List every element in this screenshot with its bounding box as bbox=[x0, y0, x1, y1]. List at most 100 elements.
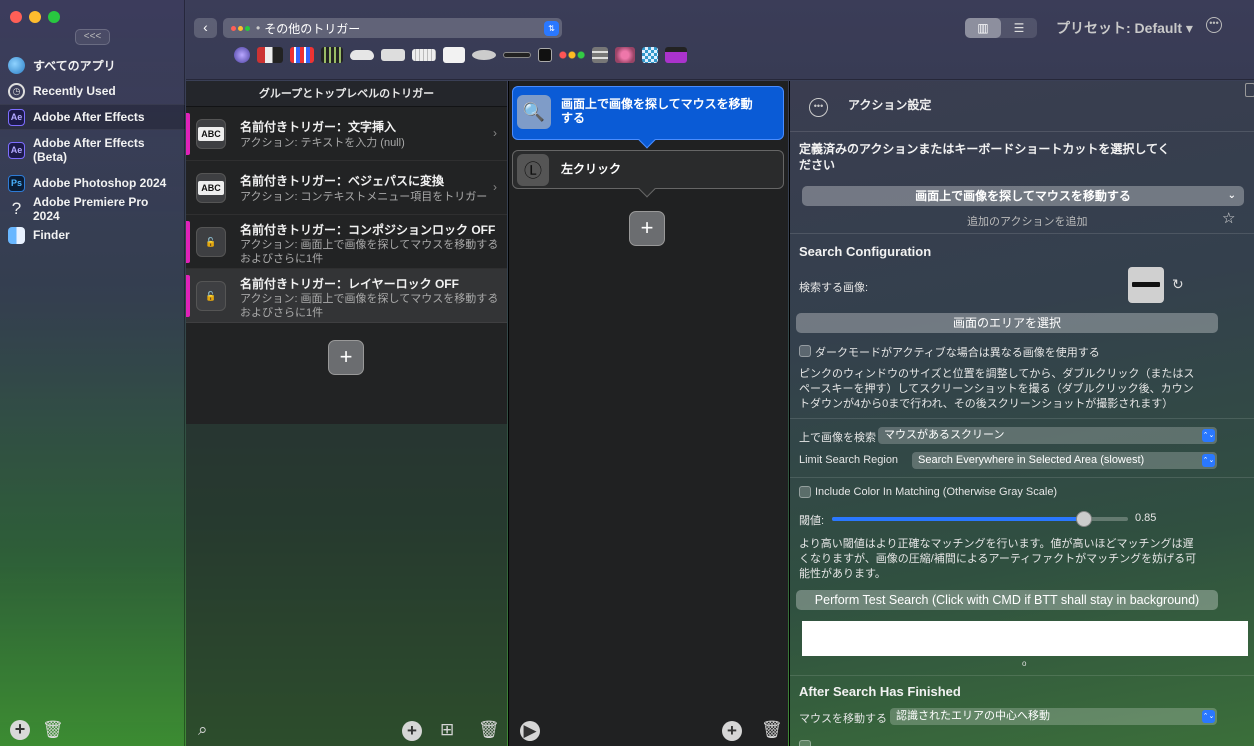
add-action-footer-button[interactable]: + bbox=[722, 721, 742, 741]
zoom-window-button[interactable] bbox=[48, 11, 60, 23]
finder-icon bbox=[8, 226, 25, 244]
trackpad-icon[interactable] bbox=[381, 49, 405, 61]
extra-option-checkbox[interactable] bbox=[799, 740, 811, 746]
play-button[interactable]: ▶ bbox=[520, 721, 540, 741]
more-icon[interactable]: ••• bbox=[809, 98, 828, 117]
sidebar-item-label: Adobe After Effects bbox=[33, 110, 145, 124]
refresh-icon[interactable]: ↻ bbox=[1172, 276, 1184, 293]
sidebar-item-after-effects[interactable]: Ae Adobe After Effects bbox=[0, 104, 185, 130]
sidebar-item-after-effects-beta[interactable]: Ae Adobe After Effects (Beta) bbox=[0, 130, 185, 170]
after-search-title: After Search Has Finished bbox=[799, 684, 961, 699]
trigger-subtitle-line2: およびさらに1件 bbox=[240, 253, 324, 265]
move-mouse-value: 認識されたエリアの中心へ移動 bbox=[896, 710, 1050, 722]
add-trigger-button[interactable]: + bbox=[328, 340, 364, 375]
tab-icon[interactable] bbox=[665, 47, 687, 63]
action-item[interactable]: Ⓛ 左クリック bbox=[512, 150, 784, 198]
page-indicator: o bbox=[1022, 659, 1027, 668]
trigger-row[interactable]: ABC 名前付きトリガー：文字挿入 アクション: テキストを入力 (null) … bbox=[186, 107, 507, 161]
threshold-slider[interactable] bbox=[832, 511, 1128, 527]
star-icon[interactable]: ☆ bbox=[1222, 209, 1235, 227]
view-mode-toggle[interactable]: ▥ ☰ bbox=[965, 18, 1037, 38]
search-on-value: マウスがあるスクリーン bbox=[884, 429, 1005, 441]
search-on-select[interactable]: マウスがあるスクリーン ⌃⌄ bbox=[878, 427, 1217, 444]
more-options-icon[interactable]: ••• bbox=[1206, 17, 1222, 33]
trash-icon[interactable]: 🗑 bbox=[42, 720, 64, 740]
chevron-updown-icon: ⌃⌄ bbox=[1202, 710, 1215, 723]
limit-region-select[interactable]: Search Everywhere in Selected Area (slow… bbox=[912, 452, 1217, 469]
sidebar-item-label: Finder bbox=[33, 228, 70, 242]
sidebar-item-finder[interactable]: Finder bbox=[0, 222, 185, 248]
app-icon[interactable] bbox=[642, 47, 658, 63]
touch-bar-strip-icon[interactable] bbox=[290, 47, 314, 63]
chevron-right-icon: › bbox=[493, 234, 497, 248]
sidebar-item-recently-used[interactable]: ◷ Recently Used bbox=[0, 78, 185, 104]
panel-tab-icon[interactable] bbox=[1245, 83, 1254, 97]
dark-mode-checkbox[interactable] bbox=[799, 345, 811, 357]
question-mark-icon: ? bbox=[11, 199, 22, 218]
sidebar-item-photoshop[interactable]: Ps Adobe Photoshop 2024 bbox=[0, 170, 185, 196]
sidebar-item-all-apps[interactable]: すべてのアプリ bbox=[0, 52, 185, 78]
test-search-button[interactable]: Perform Test Search (Click with CMD if B… bbox=[796, 590, 1218, 610]
add-app-button[interactable]: + bbox=[10, 720, 30, 740]
trigger-title: 名前付きトリガー：レイヤーロック OFF bbox=[240, 277, 459, 291]
after-effects-icon: Ae bbox=[8, 141, 25, 159]
key-grid-icon[interactable] bbox=[321, 47, 343, 63]
trigger-row[interactable]: ABC 名前付きトリガー：ベジェパスに変換 アクション: コンテキストメニュー項… bbox=[186, 161, 507, 215]
app-list: すべてのアプリ ◷ Recently Used Ae Adobe After E… bbox=[0, 52, 185, 248]
midi-icon[interactable] bbox=[503, 52, 531, 58]
preset-selector[interactable]: プリセット: Default ▾ bbox=[1056, 18, 1193, 38]
columns-view-button[interactable]: ▥ bbox=[965, 18, 1001, 38]
close-window-button[interactable] bbox=[10, 11, 22, 23]
minimize-window-button[interactable] bbox=[29, 11, 41, 23]
sidebar-item-label: Adobe Photoshop 2024 bbox=[33, 176, 167, 190]
action-item-selected[interactable]: 🔍 画面上で画像を探してマウスを移動する bbox=[512, 86, 784, 149]
move-mouse-select[interactable]: 認識されたエリアの中心へ移動 ⌃⌄ bbox=[890, 708, 1217, 725]
keyboard-white-icon[interactable] bbox=[412, 49, 436, 61]
trash-icon[interactable]: 🗑 bbox=[478, 720, 500, 740]
photoshop-icon: Ps bbox=[8, 174, 25, 192]
trigger-row-selected[interactable]: 🔓 名前付きトリガー：レイヤーロック OFF アクション: 画面上で画像を探して… bbox=[186, 269, 507, 323]
include-color-checkbox[interactable] bbox=[799, 486, 811, 498]
action-connector bbox=[638, 131, 656, 149]
button-grid-icon[interactable] bbox=[592, 47, 608, 63]
stream-deck-icon[interactable] bbox=[538, 48, 552, 62]
abc-icon: ABC bbox=[196, 119, 226, 149]
chevron-down-icon: ⌄ bbox=[1227, 190, 1236, 201]
trigger-title: 名前付きトリガー：文字挿入 bbox=[240, 120, 397, 134]
trigger-row[interactable]: 🔓 名前付きトリガー：コンポジションロック OFF アクション: 画面上で画像を… bbox=[186, 215, 507, 269]
bullet-icon: • bbox=[256, 21, 261, 35]
add-action-button[interactable]: + bbox=[629, 211, 665, 246]
search-image-thumbnail[interactable] bbox=[1128, 267, 1164, 303]
chevron-updown-icon: ⌃⌄ bbox=[1202, 454, 1215, 467]
window-buttons-icon[interactable] bbox=[559, 51, 585, 59]
search-icon[interactable]: ⌕ bbox=[198, 720, 208, 740]
remote-icon[interactable] bbox=[443, 47, 465, 63]
list-view-button[interactable]: ☰ bbox=[1001, 18, 1037, 38]
sidebar-item-premiere-pro[interactable]: ? Adobe Premiere Pro 2024 bbox=[0, 195, 185, 223]
select-area-button[interactable]: 画面のエリアを選択 bbox=[796, 313, 1218, 333]
trigger-subtitle-line1: アクション: 画面上で画像を探してマウスを移動する bbox=[240, 239, 499, 251]
chevron-updown-icon: ⇅ bbox=[544, 21, 559, 36]
mouse-icon[interactable] bbox=[472, 50, 496, 60]
abc-icon-text: ABC bbox=[198, 127, 224, 141]
add-more-action-link[interactable]: 追加のアクションを追加 bbox=[967, 213, 1087, 229]
triggers-header: グループとトップレベルのトリガー bbox=[186, 81, 507, 107]
back-button[interactable]: ‹ bbox=[194, 18, 217, 38]
trigger-group-label: その他のトリガー bbox=[264, 21, 361, 36]
trigger-group-select[interactable]: • その他のトリガー ⇅ bbox=[223, 18, 562, 38]
trash-icon[interactable]: 🗑 bbox=[761, 720, 783, 740]
sidebar-item-label: Adobe After Effects (Beta) bbox=[33, 136, 145, 164]
trigger-title: 名前付きトリガー：ベジェパスに変換 bbox=[240, 174, 445, 188]
keyboard-icon[interactable] bbox=[257, 47, 283, 63]
magic-mouse-icon[interactable] bbox=[350, 50, 374, 60]
add-trigger-footer-button[interactable]: + bbox=[402, 721, 422, 741]
action-type-dropdown[interactable]: 画面上で画像を探してマウスを移動する ⌄ bbox=[802, 186, 1244, 206]
collapse-sidebar-button[interactable]: <<< bbox=[75, 29, 110, 45]
trigger-subtitle: アクション: コンテキストメニュー項目をトリガー bbox=[240, 191, 488, 203]
globe-icon bbox=[8, 56, 25, 74]
add-folder-icon[interactable]: ⊞ bbox=[440, 720, 454, 740]
touch-bar-icon[interactable] bbox=[234, 47, 250, 63]
threshold-value: 0.85 bbox=[1135, 512, 1157, 524]
threshold-slider-knob[interactable] bbox=[1075, 511, 1092, 527]
shortcut-icon[interactable] bbox=[615, 47, 635, 63]
